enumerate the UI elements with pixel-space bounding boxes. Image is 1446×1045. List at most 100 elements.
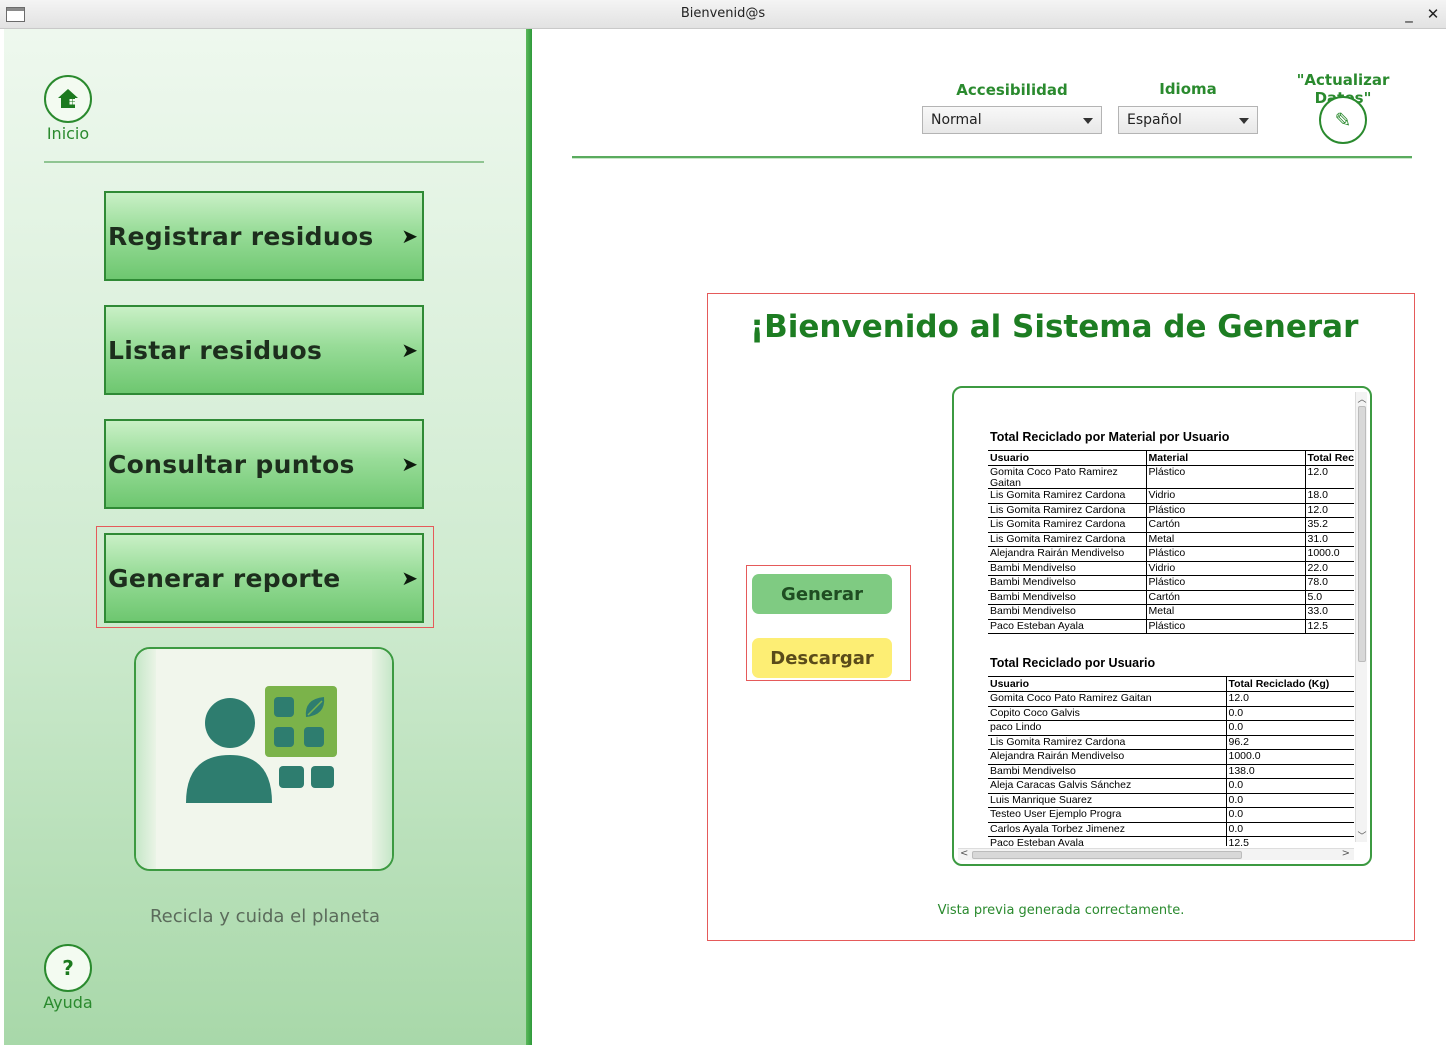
table-row: Aleja Caracas Galvis Sánchez 0.0 (988, 778, 1354, 794)
close-button[interactable]: ✕ (1424, 5, 1442, 23)
cell-user: Alejandra Rairán Mendivelso (988, 749, 1226, 765)
chevron-down-icon (1083, 118, 1093, 124)
table-row: Gomita Coco Pato Ramirez Gaitan Plástico 1… (988, 465, 1354, 489)
language-value: Español (1127, 112, 1182, 128)
cell-total: 12.0 (1225, 691, 1354, 707)
window-title: Bienvenid@s (680, 6, 766, 21)
table-row: Bambi Mendivelso Plástico 78.0 (988, 575, 1354, 591)
cell-user: Paco Esteban Ayala (988, 836, 1226, 846)
scroll-right-icon[interactable]: > (1342, 848, 1350, 859)
nav-label: Consultar puntos (108, 449, 355, 479)
cell-user: Lis Gomita Ramirez Cardona (988, 735, 1226, 750)
status-message: Vista previa generada correctamente. (937, 903, 1185, 918)
nav-generar-reporte[interactable]: Generar reporte ➤ (104, 533, 424, 623)
nav-consultar-puntos[interactable]: Consultar puntos ➤ (104, 419, 424, 509)
header-divider (572, 156, 1412, 159)
cell-total: 0.0 (1225, 822, 1354, 837)
table-row: Alejandra Rairán Mendivelso 1000.0 (988, 749, 1354, 765)
scroll-left-icon[interactable]: < (960, 848, 968, 859)
language-label: Idioma (1159, 80, 1217, 98)
cell-user: Lis Gomita Ramirez Cardona (988, 503, 1146, 518)
cell-user: Bambi Mendivelso (988, 575, 1146, 591)
cell-total: 12.0 (1304, 465, 1354, 489)
preview-horizontal-scrollbar[interactable]: < > (958, 848, 1354, 860)
column-header: Usuario (988, 450, 1146, 466)
cell-total: 22.0 (1304, 561, 1354, 576)
page-title: ¡Bienvenido al Sistema de Generar R... (750, 309, 1360, 345)
cell-total: 0.0 (1225, 807, 1354, 823)
table-row: paco Lindo 0.0 (988, 720, 1354, 736)
table-row: Bambi Mendivelso 138.0 (988, 764, 1354, 779)
arrow-right-icon: ➤ (401, 566, 418, 590)
cell-user: Lis Gomita Ramirez Cardona (988, 517, 1146, 533)
download-button[interactable]: Descargar (752, 638, 892, 678)
column-header: Total Rec (1304, 450, 1354, 466)
preview-vertical-scrollbar[interactable]: ︿ ﹀ (1355, 392, 1367, 842)
table-row: Lis Gomita Ramirez Cardona Vidrio 18.0 (988, 488, 1354, 504)
language-select[interactable]: Español (1118, 106, 1258, 134)
cell-user: Copito Coco Galvis (988, 706, 1226, 721)
sidebar-border (526, 29, 532, 1045)
table-row: Testeo User Ejemplo Progra 0.0 (988, 807, 1354, 823)
cell-user: Lis Gomita Ramirez Cardona (988, 532, 1146, 547)
cell-material: Metal (1145, 604, 1305, 620)
cell-total: 33.0 (1304, 604, 1354, 620)
table-row: Copito Coco Galvis 0.0 (988, 706, 1354, 721)
cell-user: Bambi Mendivelso (988, 561, 1146, 576)
cell-user: Carlos Ayala Torbez Jimenez (988, 822, 1226, 837)
pencil-icon: ✎ (1334, 108, 1352, 132)
scroll-up-icon[interactable]: ︿ (1357, 392, 1367, 405)
cell-total: 0.0 (1225, 706, 1354, 721)
cell-total: 18.0 (1304, 488, 1354, 504)
scrollbar-thumb[interactable] (972, 851, 1242, 859)
help-button[interactable]: ? (44, 944, 92, 992)
cell-user: Alejandra Rairán Mendivelso (988, 546, 1146, 562)
cell-user: paco Lindo (988, 720, 1226, 736)
sidebar-divider (44, 161, 484, 164)
scrollbar-thumb[interactable] (1358, 406, 1366, 662)
nav-label: Listar residuos (108, 335, 323, 365)
update-data-button[interactable]: ✎ (1319, 96, 1367, 144)
help-icon: ? (62, 956, 74, 980)
cell-total: 78.0 (1304, 575, 1354, 591)
nav-registrar-residuos[interactable]: Registrar residuos ➤ (104, 191, 424, 281)
scroll-down-icon[interactable]: ﹀ (1357, 829, 1367, 842)
help-label: Ayuda (43, 993, 93, 1012)
table-row: Bambi Mendivelso Cartón 5.0 (988, 590, 1354, 605)
cell-user: Bambi Mendivelso (988, 604, 1146, 620)
report-section-title: Total Reciclado por Material por Usuario (990, 430, 1230, 444)
arrow-right-icon: ➤ (401, 452, 418, 476)
accessibility-select[interactable]: Normal (922, 106, 1102, 134)
table-header-row: Usuario Total Reciclado (Kg) (988, 676, 1354, 692)
cell-user: Aleja Caracas Galvis Sánchez (988, 778, 1226, 794)
sidebar-tagline: Recicla y cuida el planeta (149, 906, 380, 927)
user-total-table: Usuario Total Reciclado (Kg) Gomita Coco… (988, 676, 1354, 846)
report-content: Total Reciclado por Material por Usuario… (988, 426, 1354, 846)
table-row: Gomita Coco Pato Ramirez Gaitan 12.0 (988, 691, 1354, 707)
table-row: Lis Gomita Ramirez Cardona 96.2 (988, 735, 1354, 750)
nav-label: Registrar residuos (108, 221, 374, 251)
nav-label: Generar reporte (108, 563, 341, 593)
home-button[interactable] (44, 75, 92, 123)
nav-listar-residuos[interactable]: Listar residuos ➤ (104, 305, 424, 395)
generate-button[interactable]: Generar (752, 574, 892, 614)
cell-total: 12.5 (1304, 619, 1354, 634)
table-row: Lis Gomita Ramirez Cardona Cartón 35.2 (988, 517, 1354, 533)
table-row: Carlos Ayala Torbez Jimenez 0.0 (988, 822, 1354, 837)
cell-material: Metal (1145, 532, 1305, 547)
minimize-button[interactable]: _ (1400, 5, 1418, 23)
table-row: Alejandra Rairán Mendivelso Plástico 1000.… (988, 546, 1354, 562)
cell-total: 35.2 (1304, 517, 1354, 533)
cell-user: Paco Esteban Ayala (988, 619, 1146, 634)
accessibility-label: Accesibilidad (956, 81, 1068, 99)
cell-total: 0.0 (1225, 720, 1354, 736)
cell-total: 96.2 (1225, 735, 1354, 750)
cell-material: Plástico (1145, 575, 1305, 591)
material-table: Usuario Material Total Rec Gomita Coco P… (988, 450, 1354, 634)
cell-material: Plástico (1145, 546, 1305, 562)
cell-material: Cartón (1145, 517, 1305, 533)
cell-material: Plástico (1145, 619, 1305, 634)
cell-user: Gomita Coco Pato Ramirez Gaitan (988, 691, 1226, 707)
cell-total: 0.0 (1225, 793, 1354, 808)
report-preview[interactable]: Total Reciclado por Material por Usuario… (952, 386, 1372, 866)
